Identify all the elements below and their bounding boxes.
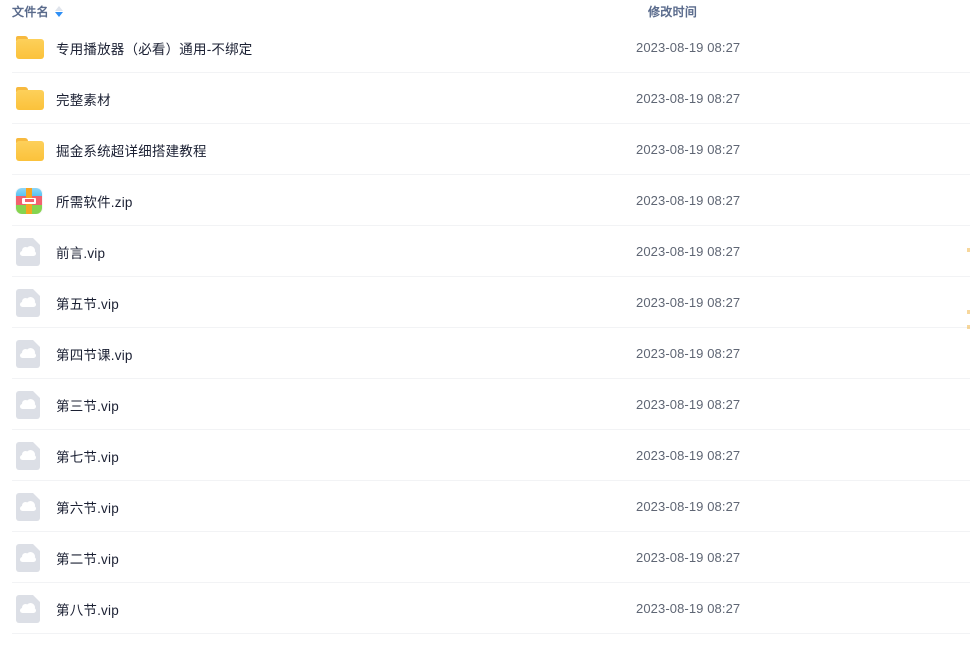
file-modified-time: 2023-08-19 08:27 [636,448,741,463]
sort-descending-arrow-icon [55,11,64,17]
cloud-document-icon [16,492,40,521]
file-name-label: 第八节.vip [56,602,119,618]
file-modified-time: 2023-08-19 08:27 [636,346,741,361]
file-modified-time: 2023-08-19 08:27 [636,244,741,259]
column-header-modified-time[interactable]: 修改时间 [648,3,697,20]
file-modified-time: 2023-08-19 08:27 [636,601,741,616]
file-name-label: 第五节.vip [56,296,119,312]
file-name-label: 所需软件.zip [56,194,133,210]
table-row[interactable]: 第三节.vip 2023-08-19 08:27 [0,379,970,430]
cloud-document-icon [16,543,40,572]
file-icon-wrapper [12,288,56,317]
cloud-document-icon [16,237,40,266]
file-name-cell[interactable]: 完整素材 [12,87,636,110]
file-name-label: 掘金系统超详细搭建教程 [56,143,207,159]
column-header-name[interactable]: 文件名 [12,3,648,20]
table-row[interactable]: 掘金系统超详细搭建教程 2023-08-19 08:27 [0,124,970,175]
file-name-label: 第七节.vip [56,449,119,465]
file-name-label: 第三节.vip [56,398,119,414]
sort-arrows-icon[interactable] [55,4,64,18]
file-name-cell[interactable]: 第七节.vip [12,441,636,470]
file-icon-wrapper [12,138,56,161]
file-modified-time: 2023-08-19 08:27 [636,295,741,310]
file-modified-time: 2023-08-19 08:27 [636,91,741,106]
file-name-label: 前言.vip [56,245,106,261]
file-name-cell[interactable]: 第三节.vip [12,390,636,419]
cloud-document-icon [16,288,40,317]
file-icon-wrapper [12,492,56,521]
file-modified-time: 2023-08-19 08:27 [636,397,741,412]
table-row[interactable]: 第二节.vip 2023-08-19 08:27 [0,532,970,583]
sort-ascending-arrow-icon [55,5,64,11]
table-row[interactable]: 第六节.vip 2023-08-19 08:27 [0,481,970,532]
table-row[interactable]: 第五节.vip 2023-08-19 08:27 [0,277,970,328]
file-modified-time: 2023-08-19 08:27 [636,550,741,565]
file-modified-time: 2023-08-19 08:27 [636,499,741,514]
file-modified-time: 2023-08-19 08:27 [636,193,741,208]
file-icon-wrapper [12,390,56,419]
file-name-cell[interactable]: 第六节.vip [12,492,636,521]
cloud-document-icon [16,594,40,623]
file-icon-wrapper [12,237,56,266]
table-row[interactable]: 第四节课.vip 2023-08-19 08:27 [0,328,970,379]
file-name-cell[interactable]: 前言.vip [12,237,636,266]
file-name-cell[interactable]: 专用播放器（必看）通用-不绑定 [12,36,636,59]
file-name-cell[interactable]: 第五节.vip [12,288,636,317]
file-icon-wrapper [12,441,56,470]
folder-icon [16,87,44,110]
file-icon-wrapper [12,36,56,59]
file-name-label: 第四节课.vip [56,347,133,363]
column-header-name-label: 文件名 [12,4,49,19]
table-row[interactable]: 第八节.vip 2023-08-19 08:27 [0,583,970,634]
file-modified-time: 2023-08-19 08:27 [636,40,741,55]
table-row[interactable]: 所需软件.zip 2023-08-19 08:27 [0,175,970,226]
file-icon-wrapper [12,339,56,368]
file-icon-wrapper [12,594,56,623]
file-name-label: 专用播放器（必看）通用-不绑定 [56,41,253,57]
folder-icon [16,138,44,161]
file-name-cell[interactable]: 第四节课.vip [12,339,636,368]
table-row[interactable]: 前言.vip 2023-08-19 08:27 [0,226,970,277]
cloud-document-icon [16,339,40,368]
file-list-panel: 文件名 修改时间 专用播放器（必看）通用-不绑定 2023-08-19 08:27… [0,0,970,668]
file-icon-wrapper [12,87,56,110]
file-name-cell[interactable]: 第二节.vip [12,543,636,572]
zip-archive-icon [16,187,42,214]
file-name-label: 第六节.vip [56,500,119,516]
file-modified-time: 2023-08-19 08:27 [636,142,741,157]
file-icon-wrapper [12,187,56,214]
file-name-cell[interactable]: 第八节.vip [12,594,636,623]
file-name-label: 完整素材 [56,92,111,108]
file-name-label: 第二节.vip [56,551,119,567]
table-row[interactable]: 专用播放器（必看）通用-不绑定 2023-08-19 08:27 [0,22,970,73]
file-name-cell[interactable]: 掘金系统超详细搭建教程 [12,138,636,161]
cloud-document-icon [16,390,40,419]
cloud-document-icon [16,441,40,470]
table-row[interactable]: 第七节.vip 2023-08-19 08:27 [0,430,970,481]
file-icon-wrapper [12,543,56,572]
table-row[interactable]: 完整素材 2023-08-19 08:27 [0,73,970,124]
file-list-header: 文件名 修改时间 [0,0,970,22]
file-rows-container: 专用播放器（必看）通用-不绑定 2023-08-19 08:27 完整素材 2023-… [0,22,970,634]
folder-icon [16,36,44,59]
file-name-cell[interactable]: 所需软件.zip [12,187,636,214]
